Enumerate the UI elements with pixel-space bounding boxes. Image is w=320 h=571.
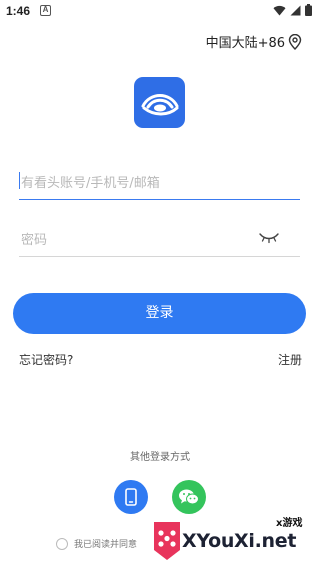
app-logo-eye-icon <box>141 93 178 115</box>
signal-icon <box>290 5 301 15</box>
other-login-title: 其他登录方式 <box>130 452 190 463</box>
account-placeholder: 有看头账号/手机号/邮箱 <box>21 176 160 191</box>
watermark: x游戏 XYouXi.net <box>148 512 320 568</box>
password-field[interactable]: 密码 <box>19 217 300 257</box>
battery-icon <box>305 4 312 16</box>
register-link[interactable]: 注册 <box>278 351 302 368</box>
notification-icon: A <box>40 5 51 16</box>
status-icons <box>273 4 312 16</box>
login-screen: 1:46 A 中国大陆+86 有看头账号/手机号/邮箱 密码 登录 忘记密码? … <box>0 0 320 571</box>
watermark-site-text: XYouXi.net <box>182 530 297 552</box>
eye-closed-icon[interactable] <box>258 229 280 245</box>
login-button[interactable]: 登录 <box>13 293 306 334</box>
agreement-text: 我已阅读并同意 <box>74 540 138 550</box>
status-time: 1:46 <box>6 4 31 18</box>
app-logo <box>134 77 185 128</box>
wechat-icon <box>179 489 199 505</box>
wechat-login-button[interactable] <box>172 480 206 514</box>
watermark-small-text: x游戏 <box>276 518 303 529</box>
location-pin-icon <box>288 33 302 50</box>
password-placeholder: 密码 <box>21 233 48 248</box>
account-field[interactable]: 有看头账号/手机号/邮箱 <box>19 160 300 200</box>
phone-icon <box>125 488 137 506</box>
status-bar: 1:46 A <box>0 0 320 24</box>
watermark-logo-icon <box>154 522 180 560</box>
agreement-checkbox[interactable] <box>56 537 68 550</box>
phone-login-button[interactable] <box>114 480 148 514</box>
region-selector[interactable]: 中国大陆+86 <box>206 32 302 51</box>
text-caret <box>19 172 20 189</box>
agreement-row: 我已阅读并同意 <box>56 537 137 550</box>
wifi-icon <box>273 5 286 16</box>
forgot-password-link[interactable]: 忘记密码? <box>19 351 73 368</box>
region-label: 中国大陆+86 <box>205 36 285 51</box>
